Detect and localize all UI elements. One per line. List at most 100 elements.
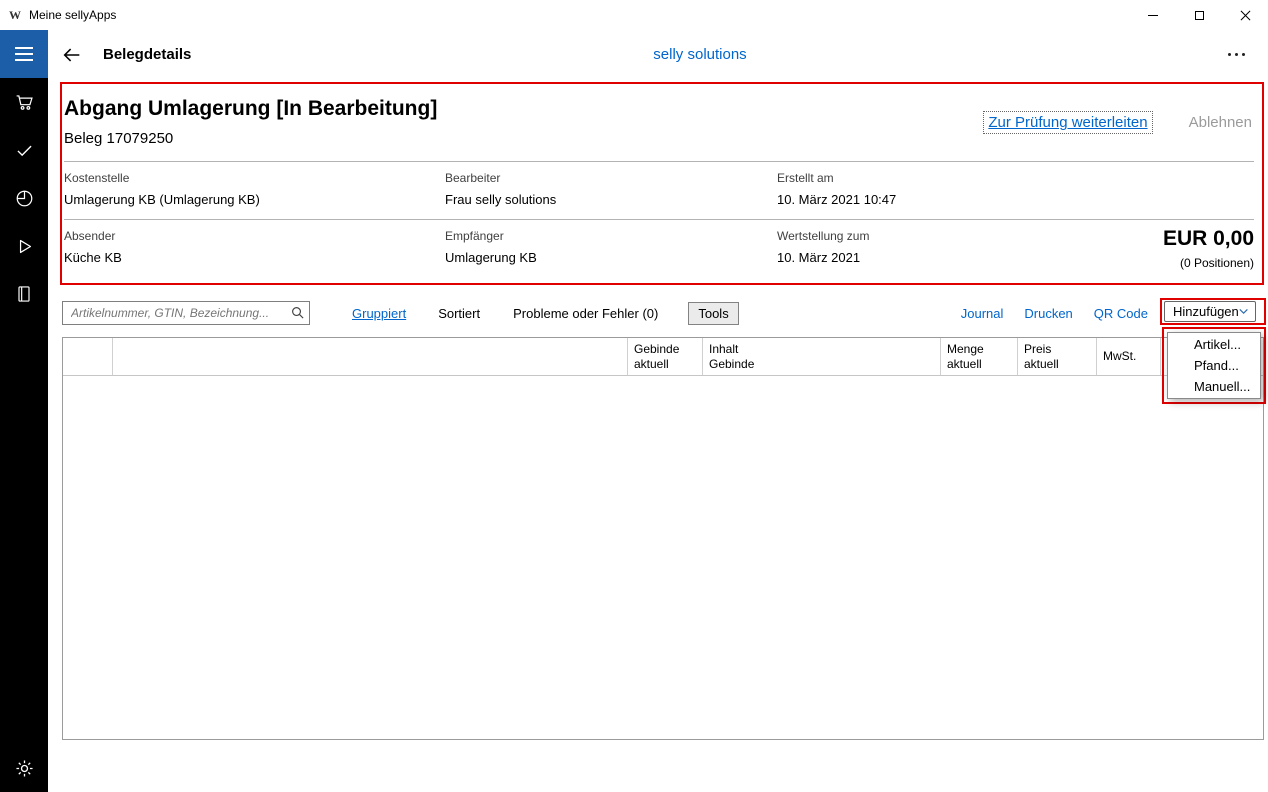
grouped-toggle[interactable]: Gruppiert — [352, 306, 406, 321]
menu-item-pfand[interactable]: Pfand... — [1168, 355, 1260, 376]
qr-code-link[interactable]: QR Code — [1094, 306, 1148, 321]
play-icon — [14, 236, 35, 257]
print-link[interactable]: Drucken — [1024, 306, 1072, 321]
pie-chart-icon — [14, 188, 35, 209]
sidebar-item-cart[interactable] — [0, 78, 48, 126]
column-header-inhalt-gebinde: Inhalt Gebinde — [703, 338, 941, 375]
positions-table: Gebinde aktuell Inhalt Gebinde Menge akt… — [62, 337, 1264, 740]
column-label: Preis — [1024, 342, 1090, 357]
sorted-toggle[interactable]: Sortiert — [438, 306, 480, 321]
add-menu: Artikel... Pfand... Manuell... — [1167, 332, 1261, 399]
field-value: 10. März 2021 — [777, 250, 869, 265]
problems-link[interactable]: Probleme oder Fehler (0) — [513, 306, 658, 321]
field-label: Absender — [64, 229, 445, 243]
table-body-empty — [63, 376, 1263, 740]
column-header-menge-aktuell: Menge aktuell — [941, 338, 1018, 375]
book-icon — [14, 284, 34, 304]
more-button[interactable] — [1216, 30, 1256, 78]
ellipsis-icon — [1228, 53, 1231, 56]
column-header-gebinde-aktuell: Gebinde aktuell — [628, 338, 703, 375]
sidebar-item-journal[interactable] — [0, 270, 48, 318]
toolbar-right-links: Journal Drucken QR Code — [961, 306, 1148, 321]
hamburger-menu-button[interactable] — [0, 30, 48, 78]
minimize-button[interactable] — [1130, 0, 1176, 30]
checkmark-icon — [14, 140, 35, 161]
column-label: aktuell — [1024, 357, 1090, 372]
column-label: Gebinde — [634, 342, 696, 357]
field-empfaenger: Empfänger Umlagerung KB — [445, 229, 777, 283]
column-header-description — [113, 338, 628, 375]
minimize-icon — [1148, 15, 1158, 16]
field-kostenstelle: Kostenstelle Umlagerung KB (Umlagerung K… — [64, 171, 445, 219]
field-absender: Absender Küche KB — [64, 229, 445, 283]
titlebar: W Meine sellyApps — [0, 0, 1268, 30]
field-value: 10. März 2021 10:47 — [777, 192, 896, 207]
highlight-box-add-menu: Artikel... Pfand... Manuell... — [1162, 327, 1266, 404]
tools-button[interactable]: Tools — [688, 302, 738, 325]
field-value: Frau selly solutions — [445, 192, 777, 207]
add-button-label: Hinzufügen — [1173, 304, 1239, 319]
account-title: selly solutions — [653, 30, 746, 78]
chevron-down-icon — [1239, 308, 1248, 315]
search-icon[interactable] — [290, 305, 305, 320]
field-row-2: Absender Küche KB Empfänger Umlagerung K… — [64, 220, 1254, 283]
close-icon — [1240, 10, 1251, 21]
main-content: Abgang Umlagerung [In Bearbeitung] Beleg… — [48, 78, 1268, 792]
field-value: Küche KB — [64, 250, 445, 265]
field-label: Wertstellung zum — [777, 229, 869, 243]
document-header-panel: Abgang Umlagerung [In Bearbeitung] Beleg… — [60, 82, 1264, 285]
document-total: EUR 0,00 (0 Positionen) — [1163, 229, 1254, 283]
window-title: Meine sellyApps — [29, 8, 116, 22]
sidebar-item-reports[interactable] — [0, 174, 48, 222]
page-title: Belegdetails — [103, 30, 191, 78]
positions-count: (0 Positionen) — [1163, 256, 1254, 270]
field-label: Kostenstelle — [64, 171, 445, 185]
column-label: Inhalt — [709, 342, 934, 357]
search-field — [62, 301, 310, 325]
forward-for-review-link[interactable]: Zur Prüfung weiterleiten — [983, 111, 1152, 134]
list-toolbar: Gruppiert Sortiert Probleme oder Fehler … — [62, 300, 1148, 326]
close-button[interactable] — [1222, 0, 1268, 30]
hamburger-icon — [15, 47, 33, 49]
sidebar-item-approvals[interactable] — [0, 126, 48, 174]
field-label: Bearbeiter — [445, 171, 777, 185]
column-header-mwst: MwSt. — [1097, 338, 1161, 375]
back-arrow-icon — [61, 44, 83, 66]
document-actions: Zur Prüfung weiterleiten Ablehnen — [983, 111, 1252, 134]
column-label: MwSt. — [1103, 349, 1154, 364]
app-header: Belegdetails selly solutions — [0, 30, 1268, 78]
sidebar — [0, 78, 48, 792]
search-input[interactable] — [62, 301, 310, 325]
app-icon: W — [9, 8, 21, 23]
field-label: Erstellt am — [777, 171, 896, 185]
window-controls — [1130, 0, 1268, 30]
cart-icon — [14, 92, 35, 113]
menu-item-manuell[interactable]: Manuell... — [1168, 376, 1260, 397]
maximize-icon — [1195, 11, 1204, 20]
add-button[interactable]: Hinzufügen — [1164, 301, 1256, 322]
field-value: Umlagerung KB (Umlagerung KB) — [64, 192, 445, 207]
column-header-blank — [63, 338, 113, 375]
field-bearbeiter: Bearbeiter Frau selly solutions — [445, 171, 777, 219]
field-wertstellung: Wertstellung zum 10. März 2021 — [777, 229, 869, 283]
column-label: Menge — [947, 342, 1011, 357]
gear-icon — [14, 758, 35, 779]
field-erstellt-am: Erstellt am 10. März 2021 10:47 — [777, 171, 896, 219]
maximize-button[interactable] — [1176, 0, 1222, 30]
total-amount: EUR 0,00 — [1163, 227, 1254, 251]
highlight-box-add-button: Hinzufügen — [1160, 298, 1266, 325]
column-label: aktuell — [634, 357, 696, 372]
column-label: Gebinde — [709, 357, 934, 372]
sidebar-item-actions[interactable] — [0, 222, 48, 270]
table-header-row: Gebinde aktuell Inhalt Gebinde Menge akt… — [63, 338, 1263, 376]
back-button[interactable] — [61, 43, 87, 67]
field-label: Empfänger — [445, 229, 777, 243]
reject-button[interactable]: Ablehnen — [1189, 114, 1252, 131]
field-value: Umlagerung KB — [445, 250, 777, 265]
journal-link[interactable]: Journal — [961, 306, 1004, 321]
field-row-1: Kostenstelle Umlagerung KB (Umlagerung K… — [64, 162, 1254, 219]
menu-item-artikel[interactable]: Artikel... — [1168, 334, 1260, 355]
sidebar-item-settings[interactable] — [0, 744, 48, 792]
column-header-preis-aktuell: Preis aktuell — [1018, 338, 1097, 375]
column-label: aktuell — [947, 357, 1011, 372]
